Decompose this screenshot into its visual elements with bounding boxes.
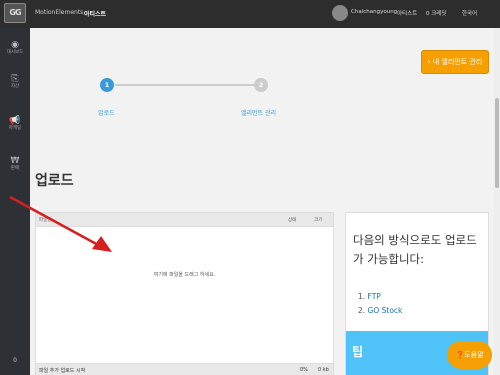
annotation-arrow-icon <box>9 195 112 252</box>
